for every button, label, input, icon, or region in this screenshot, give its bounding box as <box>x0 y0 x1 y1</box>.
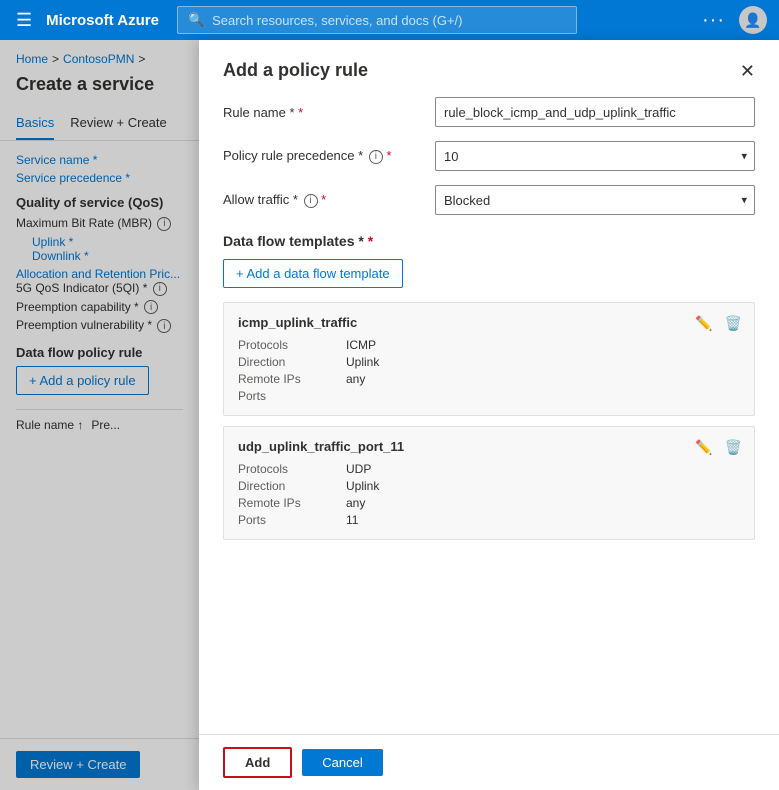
modal-body: Rule name * Policy rule precedence * i 1… <box>199 97 779 734</box>
data-flow-section-title: Data flow templates * <box>223 233 755 249</box>
allow-traffic-label: Allow traffic * i <box>223 192 423 208</box>
modal-title: Add a policy rule <box>223 60 368 81</box>
topbar: ☰ Microsoft Azure 🔍 ··· 👤 <box>0 0 779 40</box>
ports-value-1: 11 <box>346 513 740 527</box>
template-card-1: udp_uplink_traffic_port_11 Protocols UDP… <box>223 426 755 540</box>
template-name-0: icmp_uplink_traffic <box>238 315 740 330</box>
dir-label-1: Direction <box>238 479 338 493</box>
template-edit-button-0[interactable]: ✏️ <box>693 313 714 334</box>
azure-logo: Microsoft Azure <box>46 12 159 29</box>
search-input[interactable] <box>212 13 566 28</box>
allow-traffic-select[interactable]: Blocked Enabled <box>435 185 755 215</box>
allow-traffic-row: Allow traffic * i Blocked Enabled ▾ <box>223 185 755 215</box>
cancel-button[interactable]: Cancel <box>302 749 382 776</box>
precedence-info-icon[interactable]: i <box>369 150 383 164</box>
template-delete-button-1[interactable]: 🗑️ <box>723 437 744 458</box>
remip-value-1: any <box>346 496 740 510</box>
template-edit-button-1[interactable]: ✏️ <box>693 437 714 458</box>
precedence-select[interactable]: 10 <box>435 141 755 171</box>
add-data-flow-template-button[interactable]: + Add a data flow template <box>223 259 403 288</box>
rule-name-row: Rule name * <box>223 97 755 127</box>
modal-header: Add a policy rule ✕ <box>199 40 779 97</box>
topbar-right: ··· 👤 <box>702 6 767 34</box>
template-actions-0: ✏️ 🗑️ <box>693 313 744 334</box>
rule-name-label: Rule name * <box>223 105 423 120</box>
avatar-icon: 👤 <box>744 12 761 29</box>
proto-label-1: Protocols <box>238 462 338 476</box>
more-options-icon[interactable]: ··· <box>702 9 725 32</box>
precedence-row: Policy rule precedence * i 10 ▾ <box>223 141 755 171</box>
modal-overlay: Add a policy rule ✕ Rule name * Policy r… <box>0 40 779 790</box>
template-delete-button-0[interactable]: 🗑️ <box>723 313 744 334</box>
template-name-1: udp_uplink_traffic_port_11 <box>238 439 740 454</box>
template-props-0: Protocols ICMP Direction Uplink Remote I… <box>238 338 740 403</box>
proto-value-0: ICMP <box>346 338 740 352</box>
search-bar[interactable]: 🔍 <box>177 6 577 34</box>
allow-traffic-select-wrapper: Blocked Enabled ▾ <box>435 185 755 215</box>
dir-value-0: Uplink <box>346 355 740 369</box>
remip-value-0: any <box>346 372 740 386</box>
allow-traffic-info-icon[interactable]: i <box>304 194 318 208</box>
proto-label-0: Protocols <box>238 338 338 352</box>
remip-label-0: Remote IPs <box>238 372 338 386</box>
precedence-select-wrapper: 10 ▾ <box>435 141 755 171</box>
dir-label-0: Direction <box>238 355 338 369</box>
modal-close-button[interactable]: ✕ <box>740 62 755 80</box>
search-icon: 🔍 <box>188 12 204 28</box>
ports-label-0: Ports <box>238 389 338 403</box>
dir-value-1: Uplink <box>346 479 740 493</box>
template-card-0: icmp_uplink_traffic Protocols ICMP Direc… <box>223 302 755 416</box>
main-layout: Home > ContosoPMN > Create a service Bas… <box>0 40 779 790</box>
precedence-label: Policy rule precedence * i <box>223 148 423 164</box>
remip-label-1: Remote IPs <box>238 496 338 510</box>
ports-label-1: Ports <box>238 513 338 527</box>
template-props-1: Protocols UDP Direction Uplink Remote IP… <box>238 462 740 527</box>
hamburger-icon[interactable]: ☰ <box>12 6 36 35</box>
modal-footer: Add Cancel <box>199 734 779 790</box>
proto-value-1: UDP <box>346 462 740 476</box>
rule-name-input[interactable] <box>435 97 755 127</box>
ports-value-0 <box>346 389 740 403</box>
add-policy-rule-modal: Add a policy rule ✕ Rule name * Policy r… <box>199 40 779 790</box>
template-actions-1: ✏️ 🗑️ <box>693 437 744 458</box>
user-avatar[interactable]: 👤 <box>739 6 767 34</box>
add-button[interactable]: Add <box>223 747 292 778</box>
